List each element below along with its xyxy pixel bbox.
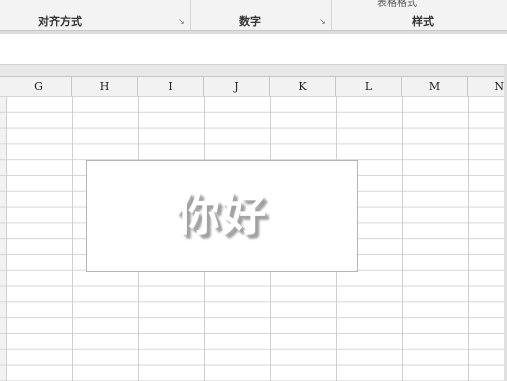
text-box[interactable]: 你好: [86, 160, 358, 272]
column-header-i[interactable]: I: [138, 77, 204, 96]
column-header-g[interactable]: G: [6, 77, 72, 96]
column-header-row: G H I J K L M N: [0, 77, 507, 97]
ribbon: 对齐方式 ↘ 数字 ↘ 表格格式 样式: [0, 0, 507, 30]
number-group: 数字 ↘: [191, 0, 331, 30]
formula-bar[interactable]: [0, 34, 507, 65]
styles-group-label: 样式: [412, 15, 434, 28]
styles-group: 表格格式 样式: [332, 0, 507, 30]
number-group-label: 数字: [239, 15, 261, 28]
table-format-button[interactable]: 表格格式: [377, 0, 417, 9]
column-header-h[interactable]: H: [72, 77, 138, 96]
alignment-group-label: 对齐方式: [38, 15, 82, 28]
column-header-m[interactable]: M: [402, 77, 468, 96]
column-header-j[interactable]: J: [204, 77, 270, 96]
alignment-group: 对齐方式 ↘: [0, 0, 190, 30]
toolbar-gap: [0, 65, 507, 77]
alignment-dialog-launcher-icon[interactable]: ↘: [178, 18, 185, 26]
column-header-k[interactable]: K: [270, 77, 336, 96]
text-box-content: 你好: [176, 190, 268, 241]
column-header-l[interactable]: L: [336, 77, 402, 96]
number-dialog-launcher-icon[interactable]: ↘: [319, 18, 326, 26]
column-header-n[interactable]: N: [468, 77, 507, 96]
